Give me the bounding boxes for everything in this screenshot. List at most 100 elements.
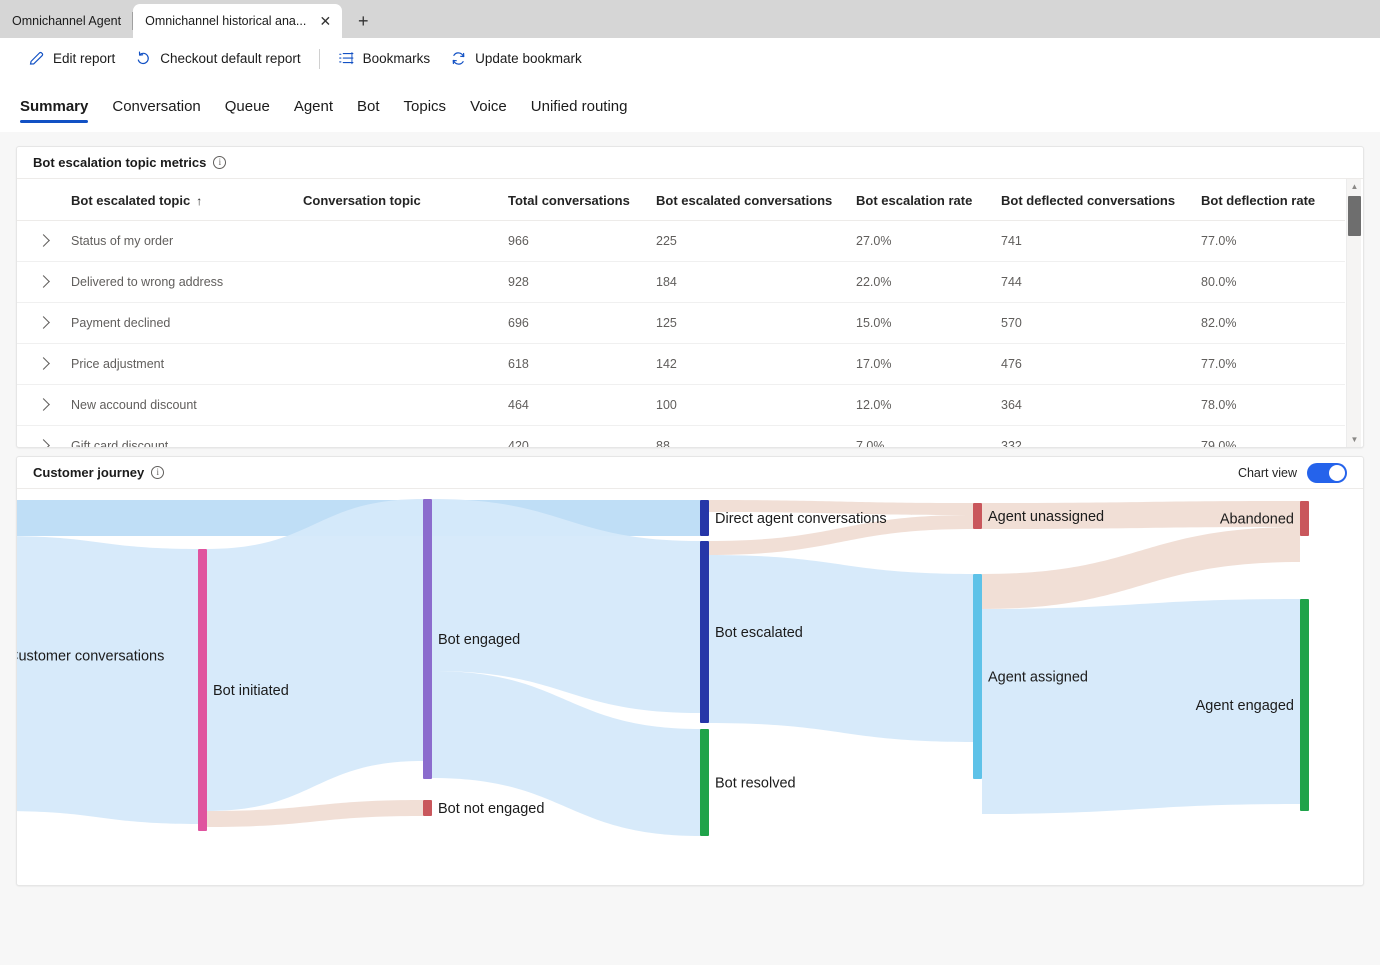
checkout-default-report-label: Checkout default report: [160, 51, 301, 66]
cell-bot-deflected-conversations: 570: [995, 302, 1195, 344]
cell-bot-escalated-conversations: 142: [650, 343, 850, 385]
column-header-bot-deflected-conversations[interactable]: Bot deflected conversations: [995, 179, 1195, 221]
table-row[interactable]: New accound discount 464 100 12.0% 364 7…: [17, 384, 1345, 426]
sankey-node-bot_not_engaged[interactable]: [423, 800, 432, 816]
tab-unified-routing[interactable]: Unified routing: [519, 92, 640, 120]
column-header-bot-escalated-topic[interactable]: Bot escalated topic ↑: [65, 179, 297, 221]
table-row[interactable]: Price adjustment 618 142 17.0% 476 77.0%: [17, 343, 1345, 385]
cell-bot-deflection-rate: 78.0%: [1195, 384, 1345, 426]
chevron-right-icon[interactable]: [37, 357, 50, 370]
customer-journey-sankey-chart: Customer conversations Bot initiated Bot e…: [17, 489, 1363, 881]
chevron-right-icon[interactable]: [37, 234, 50, 247]
row-expand-cell[interactable]: [17, 302, 65, 344]
cell-topic: Price adjustment: [65, 343, 297, 385]
close-icon[interactable]: ✕: [316, 12, 334, 30]
tab-agent-label: Agent: [293, 97, 334, 115]
info-icon[interactable]: i: [151, 466, 165, 479]
sankey-node-abandoned[interactable]: [1300, 501, 1309, 536]
sort-ascending-icon: ↑: [196, 194, 203, 208]
table-row[interactable]: Gift card discount 420 88 7.0% 332 79.0%: [17, 425, 1345, 447]
row-expand-cell[interactable]: [17, 261, 65, 303]
cell-bot-deflected-conversations: 476: [995, 343, 1195, 385]
update-bookmark-button[interactable]: Update bookmark: [440, 44, 592, 73]
sankey-node-bot_escalated[interactable]: [700, 541, 709, 723]
tab-voice[interactable]: Voice: [458, 92, 519, 120]
table-row[interactable]: Delivered to wrong address 928 184 22.0%…: [17, 261, 1345, 303]
browser-tab-title: Omnichannel Agent: [12, 14, 122, 28]
refresh-icon: [450, 50, 467, 67]
chart-view-toggle-group[interactable]: Chart view: [1237, 462, 1347, 483]
sankey-node-agent_unassigned[interactable]: [973, 503, 982, 529]
row-expand-cell[interactable]: [17, 343, 65, 385]
edit-report-button[interactable]: Edit report: [18, 44, 125, 73]
chevron-right-icon[interactable]: [37, 439, 50, 447]
sankey-node-direct_agent_conversations[interactable]: [700, 500, 709, 536]
column-header-total-conversations[interactable]: Total conversations: [502, 179, 650, 221]
column-header-bot-deflection-rate[interactable]: Bot deflection rate: [1195, 179, 1345, 221]
info-icon[interactable]: i: [213, 156, 227, 169]
cell-bot-escalated-conversations: 225: [650, 220, 850, 262]
column-header-label: Bot deflected conversations: [1001, 193, 1176, 208]
chart-view-toggle[interactable]: [1307, 462, 1347, 483]
bot-escalation-table: Bot escalated topic ↑ Conversation topic …: [17, 179, 1345, 447]
cell-bot-deflected-conversations: 744: [995, 261, 1195, 303]
cell-bot-escalated-conversations: 125: [650, 302, 850, 344]
sankey-node-label: Agent unassigned: [988, 509, 1104, 525]
sankey-link[interactable]: [207, 499, 423, 811]
page-title: Bot escalation topic metrics: [33, 155, 207, 170]
new-tab-icon[interactable]: +: [350, 8, 376, 34]
sankey-node-label: Bot engaged: [438, 632, 520, 648]
sankey-link[interactable]: [17, 536, 198, 824]
cell-bot-escalated-conversations: 100: [650, 384, 850, 426]
edit-report-label: Edit report: [53, 51, 116, 66]
tab-queue[interactable]: Queue: [213, 92, 282, 120]
cell-conversation-topic: [297, 220, 502, 262]
column-header-bot-escalated-conversations[interactable]: Bot escalated conversations: [650, 179, 850, 221]
tab-conversation[interactable]: Conversation: [100, 92, 212, 120]
chevron-right-icon[interactable]: [37, 316, 50, 329]
sankey-node-agent_engaged[interactable]: [1300, 599, 1309, 811]
tab-topics-label: Topics: [403, 97, 447, 115]
sankey-node-bot_engaged[interactable]: [423, 499, 432, 779]
chevron-right-icon[interactable]: [37, 398, 50, 411]
tab-topics[interactable]: Topics: [392, 92, 459, 120]
scroll-up-icon[interactable]: ▲: [1347, 179, 1362, 194]
sankey-node-agent_assigned[interactable]: [973, 574, 982, 779]
row-expand-cell[interactable]: [17, 384, 65, 426]
cell-conversation-topic: [297, 302, 502, 344]
browser-tab-omnichannel-agent[interactable]: Omnichannel Agent: [0, 4, 134, 38]
table-vertical-scrollbar[interactable]: ▲ ▼: [1346, 179, 1361, 447]
chevron-right-icon[interactable]: [37, 275, 50, 288]
column-header-bot-escalation-rate[interactable]: Bot escalation rate: [850, 179, 995, 221]
command-bar: Edit report Checkout default report Book…: [0, 38, 1380, 80]
sankey-node-bot_resolved[interactable]: [700, 729, 709, 836]
cell-total-conversations: 928: [502, 261, 650, 303]
table-row[interactable]: Payment declined 696 125 15.0% 570 82.0%: [17, 302, 1345, 344]
tab-bot[interactable]: Bot: [345, 92, 392, 120]
browser-tab-omnichannel-historical-analytics[interactable]: Omnichannel historical ana... ✕: [133, 4, 343, 38]
cell-bot-deflected-conversations: 332: [995, 425, 1195, 447]
scrollbar-thumb[interactable]: [1348, 196, 1361, 236]
sankey-node-bot_initiated[interactable]: [198, 549, 207, 831]
cell-bot-deflected-conversations: 741: [995, 220, 1195, 262]
column-header-conversation-topic[interactable]: Conversation topic: [297, 179, 502, 221]
checkout-default-report-button[interactable]: Checkout default report: [125, 44, 310, 73]
customer-journey-card-header: Customer journey i Chart view: [17, 457, 1363, 489]
row-expand-cell[interactable]: [17, 220, 65, 262]
update-bookmark-label: Update bookmark: [475, 51, 582, 66]
column-header-label: Conversation topic: [303, 193, 421, 208]
bookmarks-button[interactable]: Bookmarks: [328, 44, 441, 73]
sankey-link[interactable]: [982, 527, 1300, 609]
tab-agent[interactable]: Agent: [282, 92, 345, 120]
table-row[interactable]: Status of my order 966 225 27.0% 741 77.…: [17, 220, 1345, 262]
chart-view-label: Chart view: [1237, 465, 1297, 480]
browser-tab-strip: Omnichannel Agent Omnichannel historical…: [0, 0, 1380, 38]
tab-summary[interactable]: Summary: [18, 92, 100, 123]
scroll-down-icon[interactable]: ▼: [1347, 432, 1362, 447]
cell-bot-deflection-rate: 79.0%: [1195, 425, 1345, 447]
row-expand-cell[interactable]: [17, 425, 65, 447]
column-header-label: Total conversations: [508, 193, 630, 208]
cell-conversation-topic: [297, 384, 502, 426]
expand-column-header: [17, 179, 65, 221]
sankey-link[interactable]: [709, 555, 973, 742]
